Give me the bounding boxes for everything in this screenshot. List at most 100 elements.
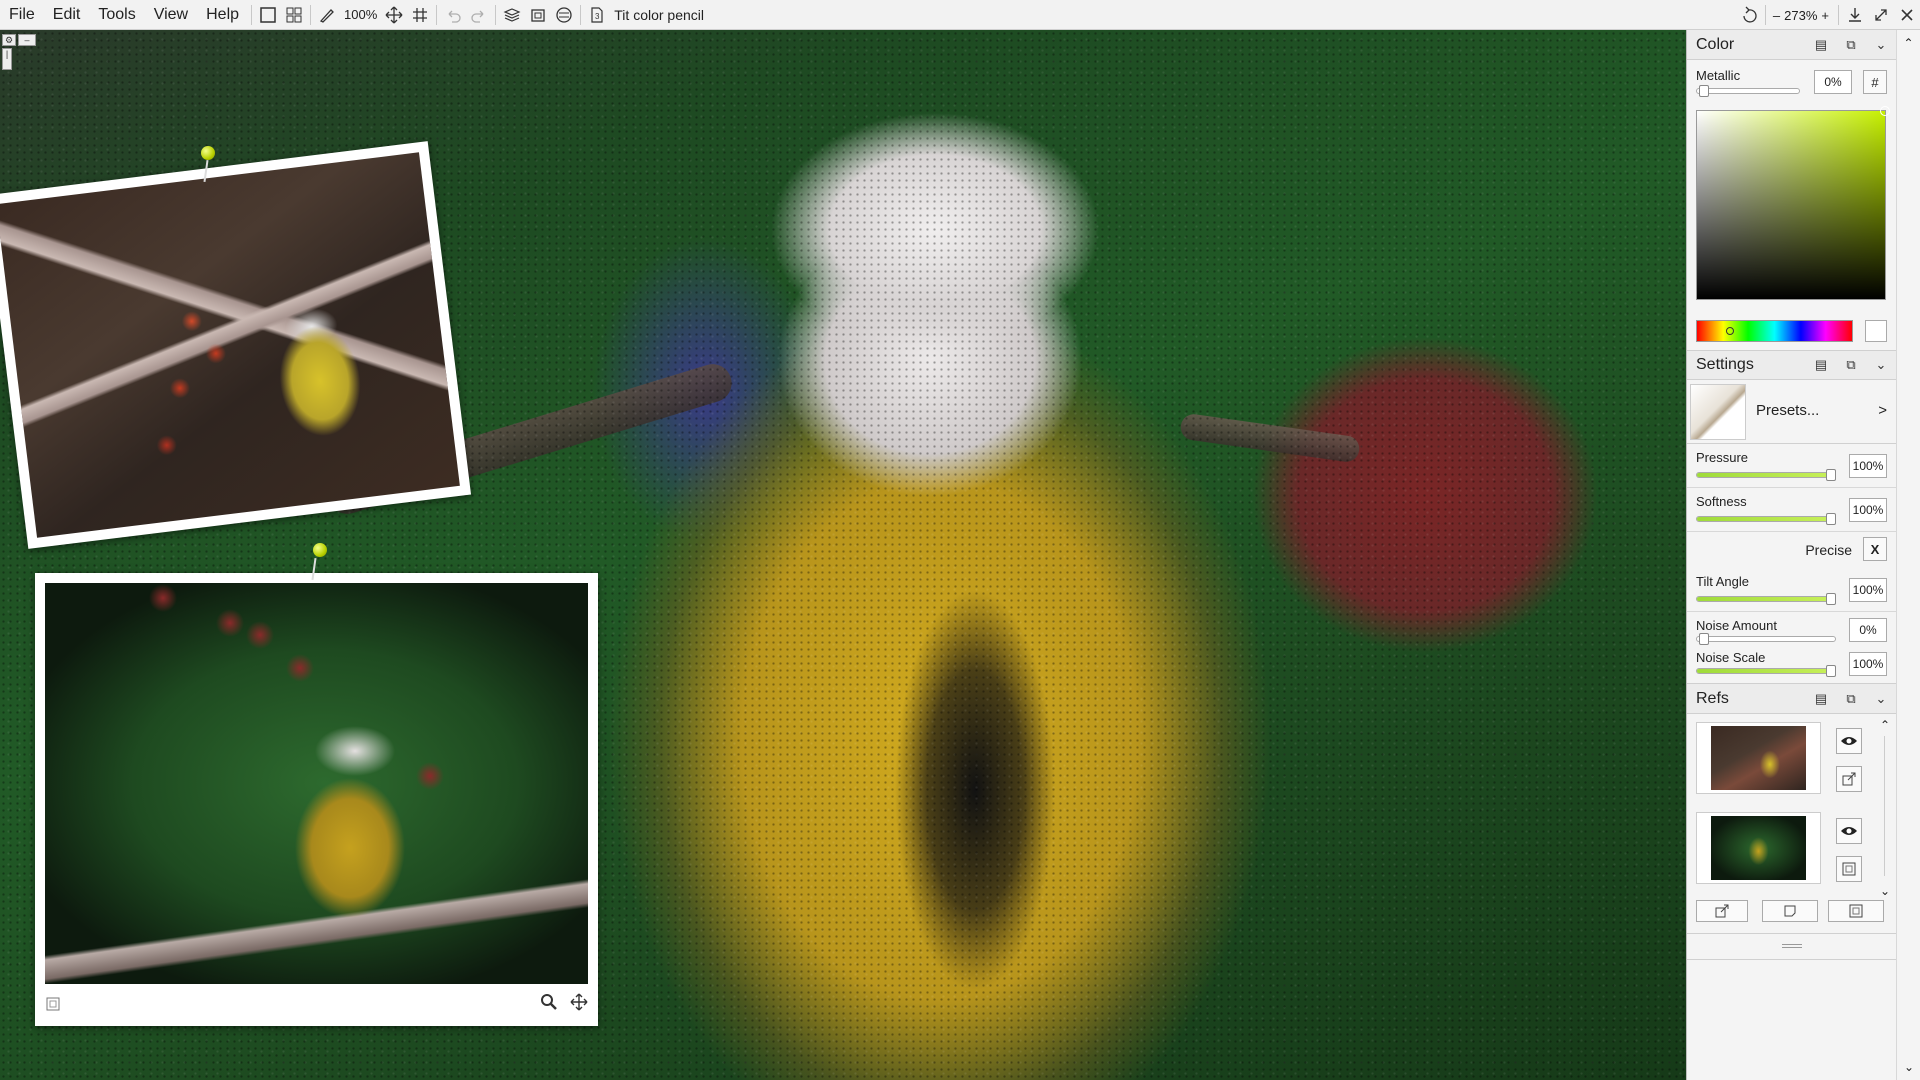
hue-knob[interactable]	[1726, 327, 1734, 335]
refs-scrollbar[interactable]: ⌃ ⌄	[1876, 718, 1894, 898]
color-picker-cursor[interactable]	[1880, 106, 1890, 116]
pin-icon[interactable]	[313, 543, 327, 557]
horizontal-slider-icon[interactable]: –	[18, 34, 36, 46]
ref-thumbnail[interactable]	[1696, 812, 1821, 884]
collapse-chevron-icon[interactable]: ⌄	[1866, 691, 1896, 707]
ref-note-button[interactable]	[1762, 900, 1818, 922]
color-panel-header[interactable]: Color ▤ ⧉ ⌄	[1687, 30, 1896, 60]
ref-export-icon[interactable]	[1836, 766, 1862, 792]
menu-edit[interactable]: Edit	[44, 0, 90, 30]
pin-icon[interactable]	[201, 146, 215, 160]
grid-icon[interactable]	[407, 2, 433, 28]
rotate-view-icon[interactable]	[1736, 2, 1762, 28]
ref-frame-button[interactable]	[1828, 900, 1884, 922]
tilt-angle-value[interactable]: 100%	[1849, 578, 1887, 602]
zoom-icon[interactable]	[540, 993, 558, 1016]
brush-name[interactable]: Tit color pencil	[610, 7, 708, 23]
redo-icon[interactable]	[466, 2, 492, 28]
panel-menu-icon[interactable]: ▤	[1806, 37, 1836, 53]
menu-file[interactable]: File	[0, 0, 44, 30]
tilt-angle-slider[interactable]	[1696, 593, 1836, 605]
pressure-slider[interactable]	[1696, 469, 1836, 481]
ref-frame-icon[interactable]	[1836, 856, 1862, 882]
scroll-up-icon[interactable]: ⌃	[1876, 718, 1894, 732]
slider-knob[interactable]	[1826, 513, 1836, 525]
panel-menu-icon[interactable]: ▤	[1806, 357, 1836, 373]
presets-arrow-icon[interactable]: >	[1878, 402, 1887, 419]
canvas-settings-icon[interactable]: ⚙	[2, 34, 16, 46]
panel-resize-handle[interactable]	[1687, 934, 1896, 960]
drawing-canvas[interactable]: ⚙ – |	[0, 30, 1686, 1080]
softness-slider[interactable]	[1696, 513, 1836, 525]
document-icon[interactable]: 3	[584, 2, 610, 28]
menu-tools[interactable]: Tools	[89, 0, 144, 30]
panel-scrollbar[interactable]: ⌃ ⌄	[1896, 30, 1920, 1080]
hue-slider[interactable]	[1696, 320, 1853, 342]
close-icon[interactable]	[1894, 2, 1920, 28]
reference-photo-card[interactable]	[0, 141, 472, 549]
slider-knob[interactable]	[1826, 593, 1836, 605]
move-icon[interactable]	[381, 2, 407, 28]
paste-icon[interactable]	[525, 2, 551, 28]
noise-amount-slider[interactable]	[1696, 633, 1836, 645]
pan-icon[interactable]	[570, 993, 588, 1016]
presets-row[interactable]: Presets... >	[1687, 380, 1896, 444]
settings-panel-header[interactable]: Settings ▤ ⧉ ⌄	[1687, 350, 1896, 380]
popout-icon[interactable]: ⧉	[1836, 357, 1866, 373]
zoom-in-button[interactable]: +	[1817, 8, 1835, 23]
noise-amount-row: Noise Amount 0%	[1687, 612, 1896, 646]
menu-view[interactable]: View	[145, 0, 197, 30]
precise-label: Precise	[1805, 542, 1852, 558]
reference-photo-image	[0, 152, 460, 538]
zoom-percent[interactable]: 100%	[340, 7, 381, 22]
drag-handle-icon[interactable]	[1782, 944, 1802, 948]
hex-button[interactable]: #	[1863, 70, 1887, 94]
menu-help[interactable]: Help	[197, 0, 248, 30]
grid-view-icon[interactable]	[281, 2, 307, 28]
refs-actions-row	[1687, 894, 1896, 934]
panel-menu-icon[interactable]: ▤	[1806, 691, 1836, 707]
popout-icon[interactable]: ⧉	[1836, 37, 1866, 53]
slider-knob[interactable]	[1699, 85, 1709, 97]
slider-knob[interactable]	[1826, 665, 1836, 677]
card-checkbox-icon[interactable]	[46, 996, 60, 1016]
collapse-chevron-icon[interactable]: ⌄	[1866, 37, 1896, 53]
scroll-track[interactable]	[1884, 736, 1885, 876]
zoom-out-button[interactable]: –	[1769, 8, 1784, 23]
reference-painting-card[interactable]	[35, 573, 598, 1026]
download-icon[interactable]	[1842, 2, 1868, 28]
settings-panel-title: Settings	[1696, 356, 1754, 373]
vertical-slider-icon[interactable]: |	[2, 48, 12, 70]
eye-icon[interactable]	[1836, 728, 1862, 754]
ref-thumbnail[interactable]	[1696, 722, 1821, 794]
pressure-value[interactable]: 100%	[1849, 454, 1887, 478]
brush-icon[interactable]	[314, 2, 340, 28]
undo-icon[interactable]	[440, 2, 466, 28]
slider-knob[interactable]	[1699, 633, 1709, 645]
fullscreen-icon[interactable]	[1868, 2, 1894, 28]
collapse-chevron-icon[interactable]: ⌄	[1866, 357, 1896, 373]
ref-import-button[interactable]	[1696, 900, 1748, 922]
symmetry-icon[interactable]	[551, 2, 577, 28]
new-canvas-icon[interactable]	[255, 2, 281, 28]
separator	[251, 4, 253, 25]
softness-value[interactable]: 100%	[1849, 498, 1887, 522]
noise-scale-row: Noise Scale 100%	[1687, 646, 1896, 684]
noise-amount-value[interactable]: 0%	[1849, 618, 1887, 642]
precise-toggle[interactable]: X	[1863, 537, 1887, 561]
layers-icon[interactable]	[499, 2, 525, 28]
slider-knob[interactable]	[1826, 469, 1836, 481]
saturation-value-field[interactable]	[1696, 106, 1890, 300]
secondary-color-swatch[interactable]	[1865, 320, 1887, 342]
slider-fill	[1697, 473, 1835, 477]
metallic-slider[interactable]	[1696, 85, 1800, 97]
refs-panel-header[interactable]: Refs ▤ ⧉ ⌄	[1687, 684, 1896, 714]
noise-scale-value[interactable]: 100%	[1849, 652, 1887, 676]
scroll-down-icon[interactable]: ⌄	[1897, 1060, 1920, 1074]
noise-scale-slider[interactable]	[1696, 665, 1836, 677]
eye-icon[interactable]	[1836, 818, 1862, 844]
metallic-value[interactable]: 0%	[1814, 70, 1852, 94]
zoom-level[interactable]: 273%	[1784, 8, 1817, 23]
popout-icon[interactable]: ⧉	[1836, 691, 1866, 707]
scroll-up-icon[interactable]: ⌃	[1897, 36, 1920, 50]
